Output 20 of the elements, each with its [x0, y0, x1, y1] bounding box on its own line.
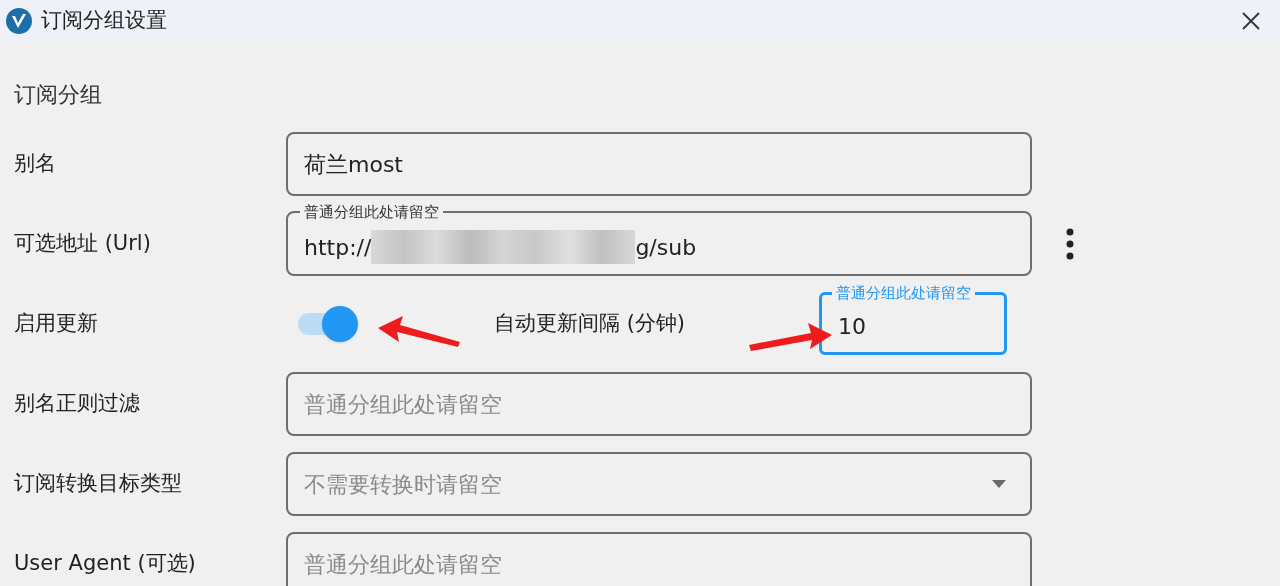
field-label: 可选地址 (Url): [14, 230, 152, 258]
field-label: 订阅转换目标类型: [14, 470, 183, 498]
field-value: 10: [838, 312, 867, 341]
section-title: 订阅分组: [14, 82, 102, 107]
field-label: 别名正则过滤: [14, 390, 141, 418]
floating-label: 普通分组此处请留空: [835, 283, 973, 303]
field-value: http://: [304, 233, 372, 262]
field-label: 启用更新: [14, 310, 99, 338]
field-value: 荷兰most: [304, 150, 403, 179]
placeholder: 普通分组此处请留空: [304, 390, 502, 419]
field-label: 别名: [14, 150, 57, 178]
input-field[interactable]: 普通分组此处请留空 http:// g/sub: [286, 202, 1032, 276]
input-field[interactable]: 荷兰most: [286, 132, 1032, 196]
field-value: g/sub: [635, 233, 697, 262]
field-label: User Agent (可选): [14, 550, 197, 578]
placeholder: 普通分组此处请留空: [304, 550, 502, 579]
interval-label: 自动更新间隔 (分钟): [494, 310, 686, 338]
floating-label: 普通分组此处请留空: [303, 202, 440, 222]
placeholder: 不需要转换时请留空: [304, 470, 502, 499]
window-title: 订阅分组设置: [41, 7, 167, 35]
